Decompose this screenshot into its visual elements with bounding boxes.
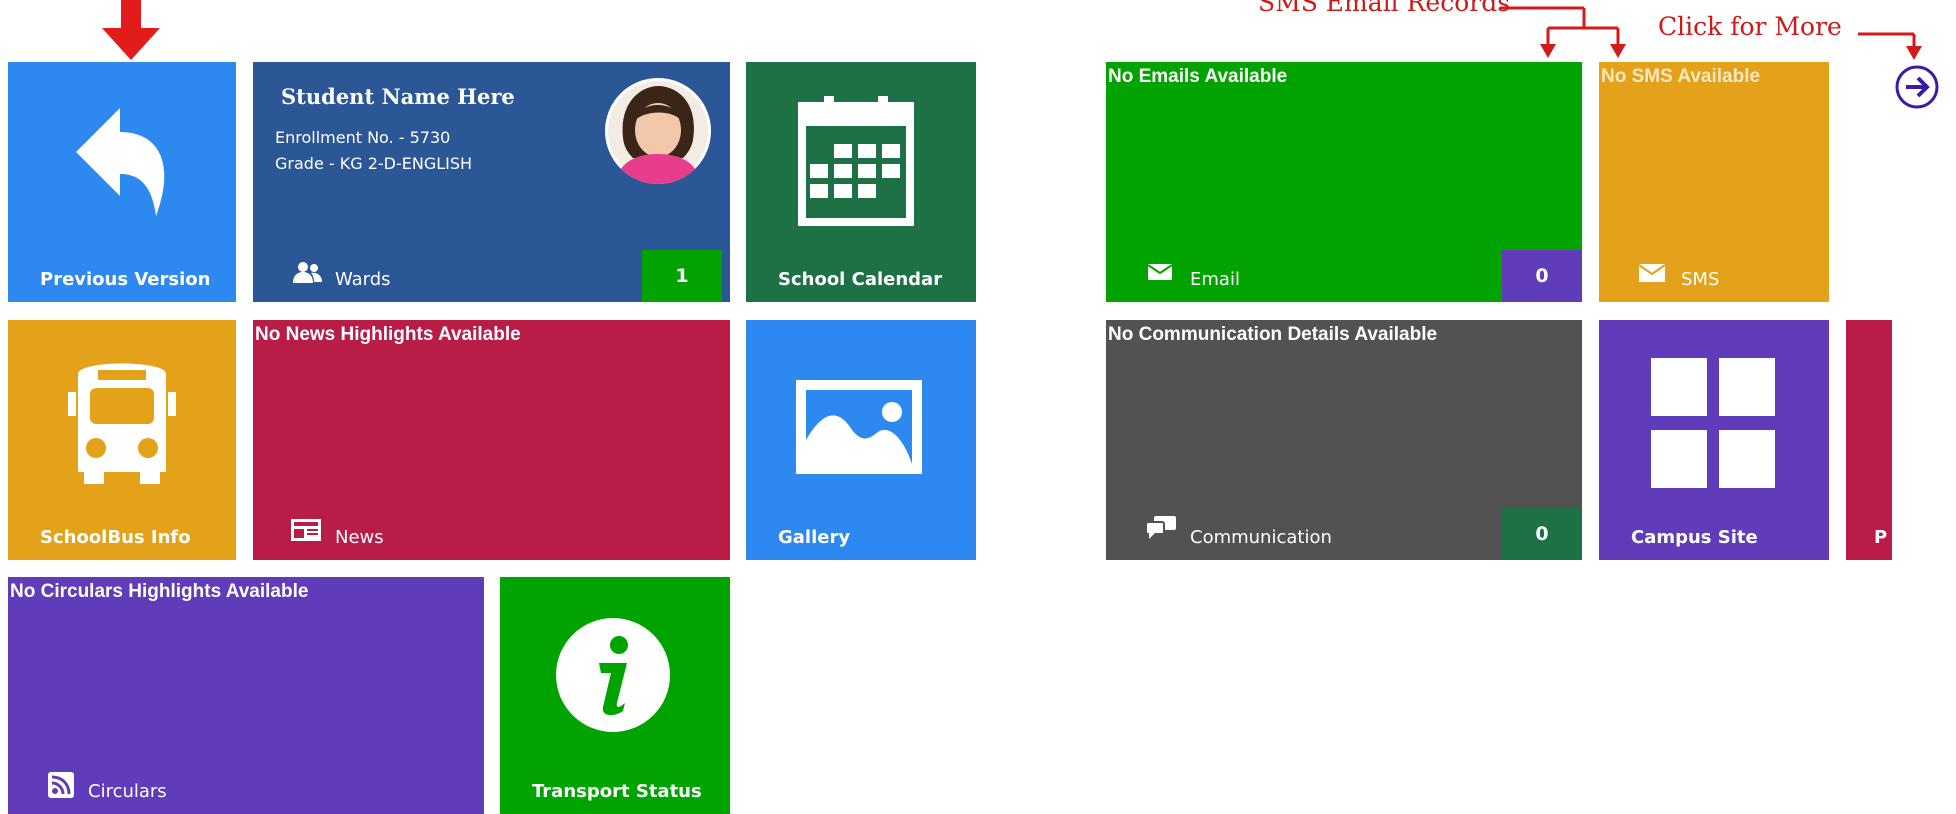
chat-icon — [1146, 516, 1176, 539]
circle-arrow-right-icon — [1895, 65, 1939, 109]
student-avatar — [605, 78, 711, 184]
sms-label: SMS — [1681, 269, 1720, 290]
enrollment-number: Enrollment No. - 5730 — [275, 128, 451, 147]
wards-label: Wards — [335, 269, 391, 290]
picture-icon — [796, 380, 922, 474]
schoolbus-info-label: SchoolBus Info — [40, 527, 191, 548]
communication-label: Communication — [1190, 527, 1332, 548]
news-tile[interactable]: No News Highlights Available News — [253, 320, 730, 560]
school-calendar-label: School Calendar — [778, 269, 943, 290]
sms-email-records-annotation: SMS Email Records — [1258, 0, 1511, 17]
email-tile[interactable]: No Emails Available Email 0 — [1106, 62, 1582, 302]
transport-status-tile[interactable]: Transport Status — [500, 577, 730, 814]
click-for-more-arrow — [1858, 32, 1922, 60]
circulars-highlights-text: No Circulars Highlights Available — [10, 581, 309, 602]
student-grade: Grade - KG 2-D-ENGLISH — [275, 154, 473, 173]
school-calendar-tile[interactable]: School Calendar — [746, 62, 976, 302]
campus-site-tile[interactable]: Campus Site — [1599, 320, 1829, 560]
back-arrow-icon — [76, 108, 165, 216]
gallery-label: Gallery — [778, 527, 851, 548]
previous-version-pointer-arrow — [102, 0, 160, 60]
circulars-label: Circulars — [88, 781, 167, 802]
users-icon — [293, 262, 322, 283]
rss-icon — [48, 772, 74, 798]
student-photo — [608, 81, 708, 184]
email-status-text: No Emails Available — [1108, 66, 1288, 87]
communication-count-badge: 0 — [1502, 508, 1582, 560]
envelope-icon — [1639, 264, 1665, 282]
email-label: Email — [1190, 269, 1240, 290]
click-for-more-annotation: Click for More — [1658, 12, 1842, 41]
student-ward-tile[interactable]: Student Name Here Enrollment No. - 5730 … — [253, 62, 730, 302]
sms-email-records-arrows — [1500, 6, 1626, 58]
circulars-tile[interactable]: No Circulars Highlights Available Circul… — [8, 577, 484, 814]
transport-status-label: Transport Status — [532, 781, 702, 802]
info-icon — [556, 618, 670, 732]
partial-tile-label: P — [1874, 527, 1888, 548]
bus-icon — [68, 363, 176, 484]
schoolbus-info-tile[interactable]: SchoolBus Info — [8, 320, 236, 560]
more-button[interactable] — [1894, 64, 1940, 110]
news-label: News — [335, 527, 384, 548]
partial-tile[interactable]: P — [1846, 320, 1892, 560]
communication-status-text: No Communication Details Available — [1108, 324, 1438, 345]
campus-site-label: Campus Site — [1631, 527, 1758, 548]
newspaper-icon — [291, 519, 321, 541]
student-name: Student Name Here — [281, 84, 515, 109]
envelope-icon — [1148, 264, 1172, 280]
sms-tile[interactable]: No SMS Available SMS — [1599, 62, 1829, 302]
communication-tile[interactable]: No Communication Details Available Commu… — [1106, 320, 1582, 560]
calendar-icon — [798, 96, 914, 226]
email-count-badge: 0 — [1502, 250, 1582, 302]
previous-version-tile[interactable]: Previous Version — [8, 62, 236, 302]
previous-version-label: Previous Version — [40, 269, 211, 290]
gallery-tile[interactable]: Gallery — [746, 320, 976, 560]
sms-status-text: No SMS Available — [1601, 66, 1761, 87]
news-highlights-text: No News Highlights Available — [255, 324, 521, 345]
wards-count-badge: 1 — [642, 250, 722, 302]
grid-icon — [1651, 358, 1775, 488]
